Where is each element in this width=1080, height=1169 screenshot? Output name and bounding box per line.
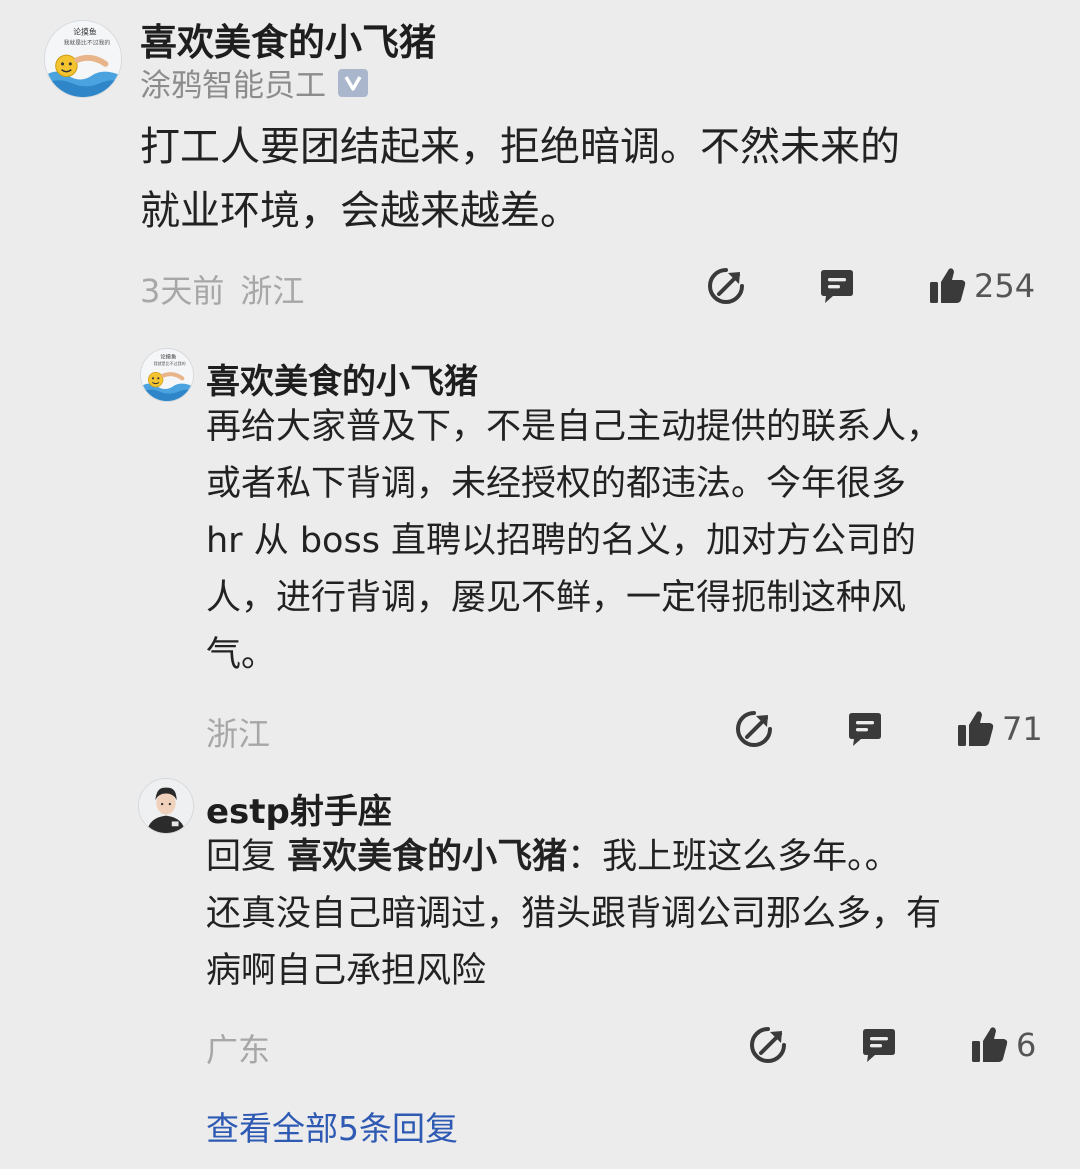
comment-button[interactable] <box>860 1027 898 1065</box>
content-line: 打工人要团结起来，拒绝暗调。不然未来的 <box>140 124 900 170</box>
comment-meta: 3天前 浙江 <box>140 266 304 312</box>
thumbs-up-icon <box>958 711 994 746</box>
verified-v-icon <box>338 68 368 97</box>
share-button[interactable] <box>706 266 746 306</box>
like-button[interactable]: 6 <box>970 1025 1036 1065</box>
reply-content: 回复 喜欢美食的小飞猪：我上班这么多年。。 还真没自己暗调过，猎头跟背调公司那么… <box>206 829 1046 1000</box>
content-line: 人，进行背调，屡见不鲜，一定得扼制这种风 <box>206 578 907 618</box>
share-button[interactable] <box>748 1025 788 1065</box>
content-line: 回复 喜欢美食的小飞猪：我上班这么多年。。 <box>206 829 1046 886</box>
share-button[interactable] <box>734 709 774 749</box>
reply-author[interactable]: 喜欢美食的小飞猪 <box>206 354 478 403</box>
author-badge: 涂鸦智能员工 <box>140 60 368 105</box>
content-line-text: 我上班这么多年。。 <box>602 837 900 877</box>
content-line: hr 从 boss 直聘以招聘的名义，加对方公司的 <box>206 521 917 561</box>
thumbs-up-icon <box>930 268 966 303</box>
reply-colon: ： <box>567 837 603 877</box>
comment-time: 3天前 <box>140 272 225 310</box>
reply-location: 浙江 <box>206 715 271 753</box>
reply-prefix: 回复 <box>206 837 288 877</box>
comment-author[interactable]: 喜欢美食的小飞猪 <box>140 12 436 66</box>
reply-content: 再给大家普及下，不是自己主动提供的联系人， 或者私下背调，未经授权的都违法。今年… <box>206 399 1046 684</box>
like-button[interactable]: 254 <box>928 266 1035 306</box>
badge-label: 涂鸦智能员工 <box>140 68 326 104</box>
comment-content: 打工人要团结起来，拒绝暗调。不然未来的 就业环境，会越来越差。 <box>140 115 1040 243</box>
reply-meta: 浙江 <box>206 709 270 755</box>
comment-bubble-icon <box>863 1029 895 1062</box>
reply-meta: 广东 <box>206 1025 270 1071</box>
view-all-replies-link[interactable]: 查看全部5条回复 <box>206 1102 458 1150</box>
like-count: 254 <box>974 267 1036 305</box>
avatar-text-2: 我就是比不过我的 <box>154 360 186 366</box>
share-arrow-icon <box>708 268 744 304</box>
like-button[interactable]: 71 <box>956 709 1043 749</box>
reply-location: 广东 <box>206 1031 271 1069</box>
content-line: 气。 <box>206 635 277 675</box>
share-arrow-icon <box>736 711 772 747</box>
avatar-text-1: 论摸鱼 <box>73 27 97 37</box>
content-line: 再给大家普及下，不是自己主动提供的联系人， <box>206 407 942 447</box>
avatar-text-2: 我就是比不过我的 <box>64 38 111 46</box>
content-line: 还真没自己暗调过，猎头跟背调公司那么多，有 <box>206 894 942 934</box>
comment-button[interactable] <box>818 268 856 306</box>
content-line: 或者私下背调，未经授权的都违法。今年很多 <box>206 464 907 504</box>
comment-bubble-icon <box>849 713 881 746</box>
like-count: 6 <box>1016 1026 1037 1064</box>
comment-location: 浙江 <box>240 272 305 310</box>
like-count: 71 <box>1002 710 1043 748</box>
reply-to-user[interactable]: 喜欢美食的小飞猪 <box>287 837 567 877</box>
share-arrow-icon <box>750 1027 786 1063</box>
comment-bubble-icon <box>821 270 853 303</box>
content-line: 病啊自己承担风险 <box>206 951 487 991</box>
avatar[interactable]: 论摸鱼 我就是比不过我的 <box>44 20 122 98</box>
comment-button[interactable] <box>846 711 884 749</box>
thumbs-up-icon <box>972 1027 1008 1062</box>
avatar[interactable] <box>138 778 194 834</box>
avatar[interactable]: 论摸鱼 我就是比不过我的 <box>140 348 194 402</box>
content-line: 就业环境，会越来越差。 <box>140 188 580 234</box>
reply-author[interactable]: estp射手座 <box>206 784 392 833</box>
